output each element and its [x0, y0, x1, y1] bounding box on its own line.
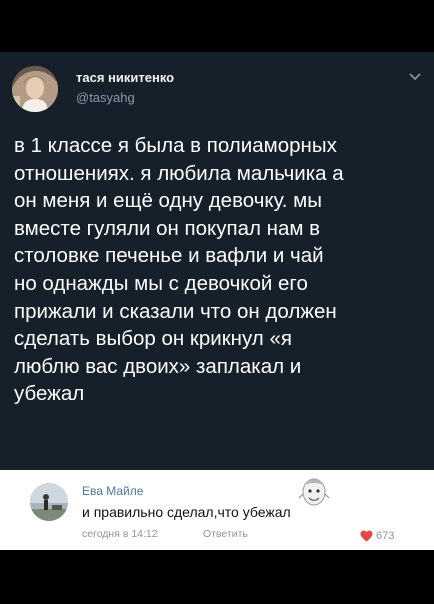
like-count: 673	[376, 529, 395, 542]
chevron-down-icon[interactable]	[408, 72, 422, 82]
tweet-author-name[interactable]: тася никитенко	[76, 70, 174, 86]
sticker-image	[298, 478, 330, 506]
bottom-bar	[0, 550, 434, 604]
tweet-card: тася никитенко @tasyahg в 1 классе я был…	[0, 52, 434, 470]
comment-author-name[interactable]: Ева Майле	[82, 484, 143, 499]
avatar-photo	[12, 66, 58, 112]
comment-item: Ева Майле и правильно сделал,что убежал …	[0, 470, 434, 550]
avatar-photo	[30, 483, 68, 521]
tweet-author-handle[interactable]: @tasyahg	[76, 90, 135, 106]
comment-author-avatar[interactable]	[30, 483, 68, 521]
like-button[interactable]: 673	[360, 527, 395, 542]
comment-timestamp[interactable]: сегодня в 14:12	[82, 528, 158, 541]
tweet-author-avatar[interactable]	[12, 66, 58, 112]
heart-icon	[360, 530, 373, 542]
tweet-text: в 1 классе я была в полиаморных отношени…	[14, 134, 344, 406]
reply-button[interactable]: Ответить	[203, 528, 248, 541]
comment-text: и правильно сделал,что убежал	[82, 504, 291, 520]
